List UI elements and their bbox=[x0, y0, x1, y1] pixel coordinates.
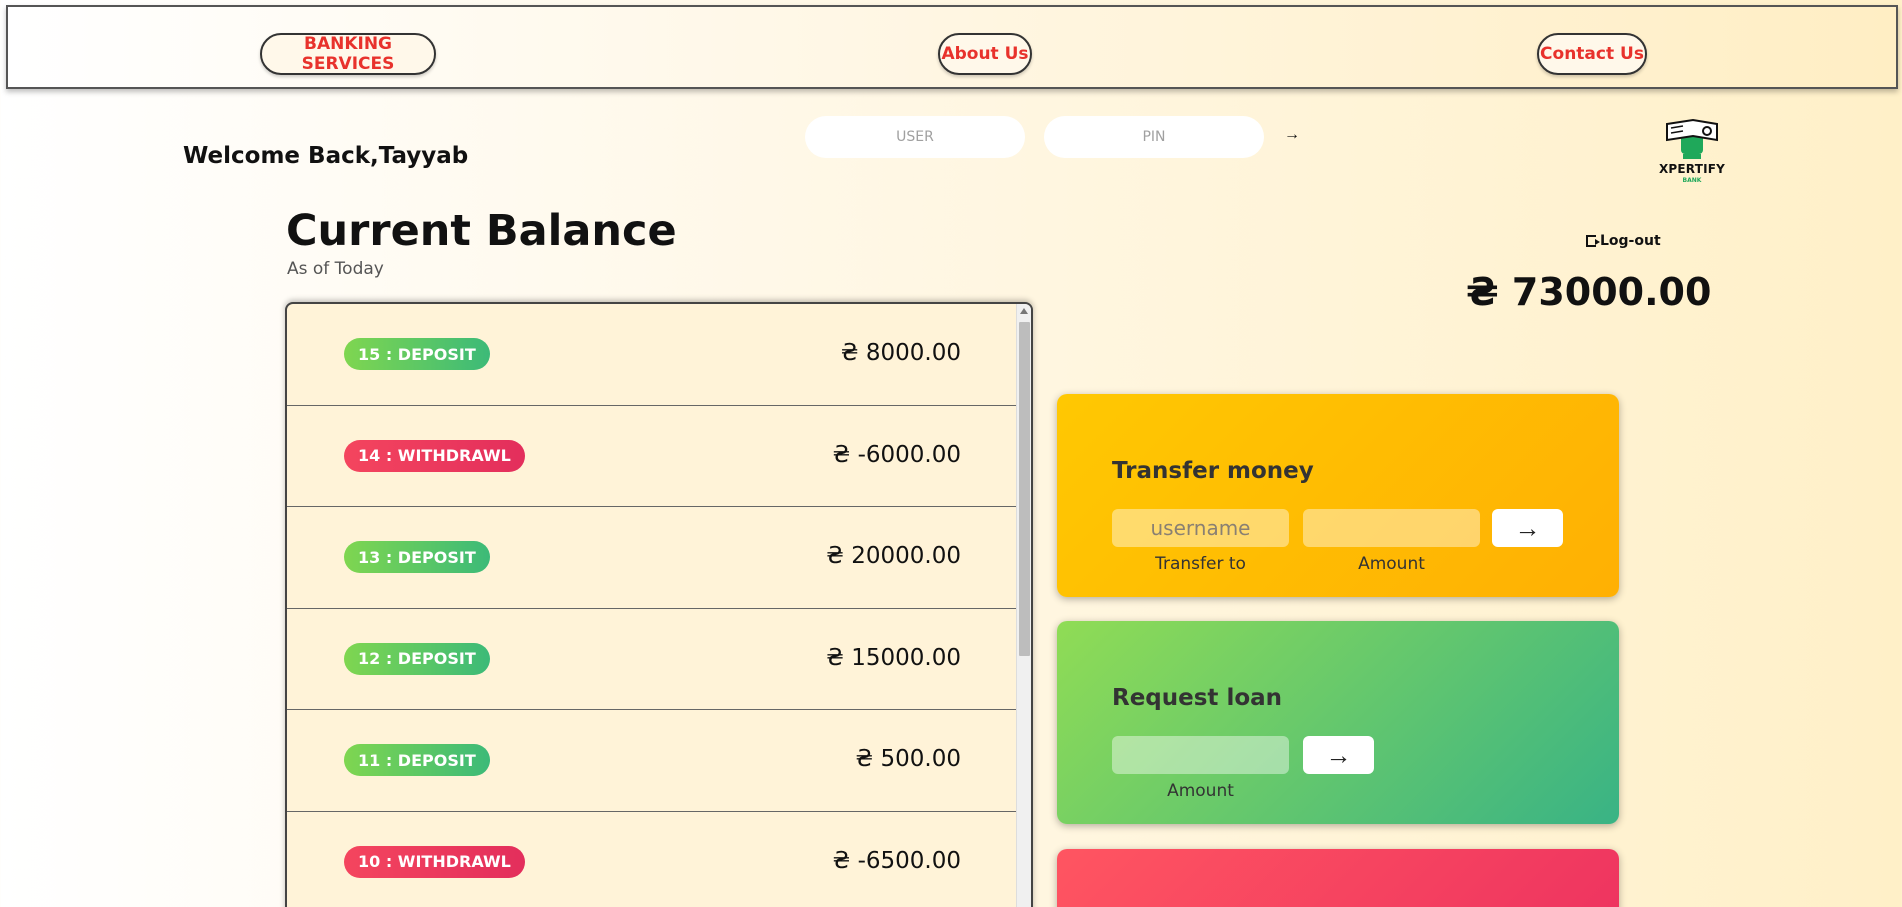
movement-value: ₴ -6000.00 bbox=[832, 441, 961, 468]
login-user-input[interactable] bbox=[805, 116, 1025, 158]
movement-value: ₴ -6500.00 bbox=[832, 847, 961, 874]
login-submit-button[interactable]: → bbox=[1284, 126, 1300, 144]
loan-amount-label: Amount bbox=[1167, 781, 1234, 801]
movement-row: 12 : DEPOSIT ₴ 15000.00 bbox=[287, 609, 1016, 710]
loan-amount-input[interactable] bbox=[1112, 736, 1289, 774]
close-account-card bbox=[1057, 849, 1619, 907]
nav-banking-services-button[interactable]: BANKING SERVICES bbox=[260, 33, 436, 75]
movements-list: 15 : DEPOSIT ₴ 8000.00 14 : WITHDRAWL ₴ -60… bbox=[287, 304, 1016, 907]
logout-icon bbox=[1586, 235, 1600, 247]
transfer-title: Transfer money bbox=[1112, 458, 1314, 484]
movement-type-badge: 15 : DEPOSIT bbox=[344, 338, 490, 370]
balance-date-subtitle: As of Today bbox=[287, 259, 384, 279]
movement-type-badge: 13 : DEPOSIT bbox=[344, 541, 490, 573]
current-balance-title: Current Balance bbox=[286, 206, 677, 256]
movements-scrollbar[interactable] bbox=[1016, 304, 1031, 907]
transfer-amount-input[interactable] bbox=[1303, 509, 1480, 547]
logo-subtext: BANK bbox=[1682, 177, 1702, 184]
transfer-money-card: Transfer money → Transfer to Amount bbox=[1057, 394, 1619, 597]
movement-value: ₴ 500.00 bbox=[855, 746, 961, 772]
movement-row: 14 : WITHDRAWL ₴ -6000.00 bbox=[287, 406, 1016, 507]
movements-panel[interactable]: 15 : DEPOSIT ₴ 8000.00 14 : WITHDRAWL ₴ -60… bbox=[285, 302, 1033, 907]
login-pin-input[interactable] bbox=[1044, 116, 1264, 158]
movement-row: 13 : DEPOSIT ₴ 20000.00 bbox=[287, 507, 1016, 609]
xpertify-logo: XPERTIFY BANK bbox=[1652, 118, 1732, 190]
movement-type-badge: 12 : DEPOSIT bbox=[344, 642, 490, 675]
scroll-thumb[interactable] bbox=[1019, 322, 1030, 656]
movement-value: ₴ 15000.00 bbox=[826, 644, 961, 671]
nav-about-us-button[interactable]: About Us bbox=[938, 33, 1032, 75]
transfer-amount-label: Amount bbox=[1358, 554, 1425, 574]
fist-money-icon bbox=[1666, 118, 1718, 159]
transfer-to-label: Transfer to bbox=[1155, 554, 1246, 574]
logo-name: XPERTIFY bbox=[1658, 162, 1726, 176]
movement-value: ₴ 20000.00 bbox=[826, 543, 961, 569]
movement-row: 11 : DEPOSIT ₴ 500.00 bbox=[287, 710, 1016, 812]
transfer-to-input[interactable] bbox=[1112, 509, 1289, 547]
request-loan-card: Request loan → Amount bbox=[1057, 621, 1619, 824]
top-navbar: BANKING SERVICES About Us Contact Us bbox=[6, 5, 1898, 89]
movement-row: 10 : WITHDRAWL ₴ -6500.00 bbox=[287, 812, 1016, 907]
movement-type-badge: 10 : WITHDRAWL bbox=[344, 845, 525, 878]
loan-submit-button[interactable]: → bbox=[1303, 736, 1374, 774]
movement-type-badge: 14 : WITHDRAWL bbox=[344, 439, 525, 472]
loan-title: Request loan bbox=[1112, 685, 1283, 711]
movement-type-badge: 11 : DEPOSIT bbox=[344, 744, 490, 776]
movement-row: 15 : DEPOSIT ₴ 8000.00 bbox=[287, 304, 1016, 406]
transfer-submit-button[interactable]: → bbox=[1492, 509, 1563, 547]
logout-label: Log-out bbox=[1600, 233, 1661, 249]
logout-button[interactable]: Log-out bbox=[1586, 233, 1661, 249]
balance-amount: ₴ 73000.00 bbox=[1466, 270, 1712, 314]
movement-value: ₴ 8000.00 bbox=[840, 340, 961, 366]
scroll-up-arrow-icon[interactable] bbox=[1020, 308, 1028, 314]
nav-contact-us-button[interactable]: Contact Us bbox=[1537, 33, 1647, 75]
welcome-message: Welcome Back,Tayyab bbox=[183, 143, 469, 169]
